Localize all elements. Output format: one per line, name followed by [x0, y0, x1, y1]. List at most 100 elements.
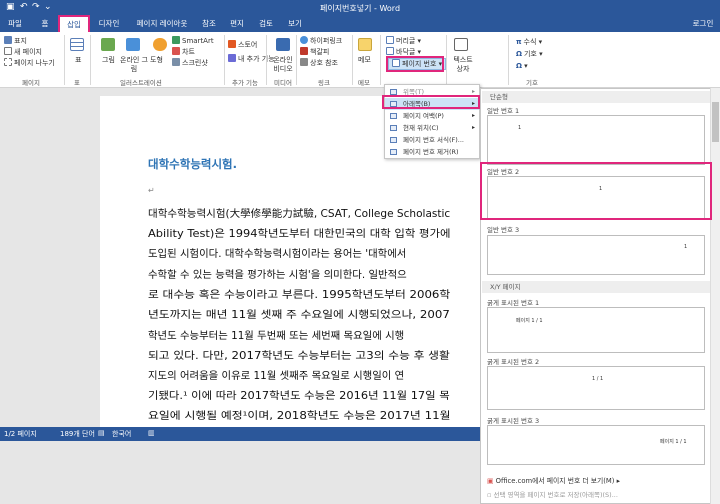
chart-icon — [172, 47, 180, 55]
ribbon-tab-bar: 파일 홈 삽입 디자인 페이지 레이아웃 참조 편지 검토 보기 로그인 — [0, 16, 720, 32]
status-bar: 1/2 페이지 189개 단어 ▤ 한국어 ▥ — [0, 427, 480, 441]
smartart-button[interactable]: SmartArt — [172, 36, 214, 46]
tab-home[interactable]: 홈 — [34, 16, 56, 32]
header-button[interactable]: 머리글 ▾ — [386, 36, 421, 46]
bookmark-button[interactable]: 책갈피 — [300, 47, 329, 57]
cross-reference-icon — [300, 58, 308, 66]
redo-icon[interactable]: ↷ — [32, 2, 40, 13]
store-icon — [228, 40, 236, 48]
tab-design[interactable]: 디자인 — [92, 16, 126, 32]
footer-icon — [386, 47, 394, 55]
group-label-symbols: 기호 — [526, 79, 538, 87]
screenshot-icon — [172, 58, 180, 66]
table-button[interactable]: 표 — [75, 56, 81, 65]
symbol-list-icon: Ω — [516, 62, 522, 70]
omnibus-symbol-button[interactable]: Ω ▾ — [516, 62, 528, 71]
current-position-icon — [390, 125, 397, 131]
group-label-addins: 추가 기능 — [232, 79, 258, 87]
separator — [446, 35, 447, 85]
blank-page-button[interactable]: 새 페이지 — [4, 47, 42, 57]
office-icon: ▣ — [487, 477, 496, 485]
gallery-item-label: 굵게 표시된 번호 1 — [487, 299, 540, 307]
page-break-button[interactable]: 페이지 나누기 — [4, 58, 55, 68]
picture-button[interactable]: 그림 — [102, 56, 115, 65]
document-line: 도입된 시험이다. 대학수학능력시험이라는 용어는 '대학에서 — [148, 248, 407, 260]
menu-item-current-position[interactable]: 현재 위치(C) ▸ — [385, 122, 479, 134]
equation-button[interactable]: π 수식 ▾ — [516, 38, 542, 47]
tab-page-layout[interactable]: 페이지 레이아웃 — [130, 16, 194, 32]
group-label-pages: 페이지 — [22, 79, 40, 87]
symbol-button[interactable]: Ω 기호 ▾ — [516, 50, 543, 59]
gallery-item-label: 굵게 표시된 번호 2 — [487, 358, 540, 366]
group-label-tables: 표 — [74, 79, 80, 87]
gallery-item-label: 일반 번호 3 — [487, 226, 520, 234]
document-line: 기됐다.¹ 이에 따라 2017학년도 수능은 2016년 11월 17일 목 — [148, 390, 450, 402]
my-addins-button[interactable]: 내 추가 기능 — [228, 54, 275, 64]
gallery-item-bold-2[interactable]: 1 / 1 — [487, 366, 705, 410]
store-button[interactable]: 스토어 — [228, 40, 257, 50]
hyperlink-button[interactable]: 하이퍼링크 — [300, 36, 342, 46]
scrollbar-thumb[interactable] — [712, 102, 719, 142]
document-line: 되고 있다. 다만, 2017학년도 수능부터는 고3의 수능 후 생활 — [148, 350, 450, 362]
tab-review[interactable]: 검토 — [254, 16, 278, 32]
document-line: 수학할 수 있는 능력을 평가하는 시험'을 의미한다. 일반적으 — [148, 269, 407, 281]
gallery-item-label: 일반 번호 1 — [487, 107, 520, 115]
gallery-item-plain-3[interactable]: 1 — [487, 235, 705, 275]
customize-qat-icon[interactable]: ⌄ — [44, 2, 52, 13]
separator — [380, 35, 381, 85]
menu-item-format[interactable]: 페이지 번호 서식(F)... — [385, 134, 479, 146]
cross-reference-button[interactable]: 상호 참조 — [300, 58, 338, 68]
status-words[interactable]: 189개 단어 — [60, 429, 95, 439]
gallery-item-bold-3[interactable]: 페이지 1 / 1 — [487, 425, 705, 465]
tab-mailings[interactable]: 편지 — [226, 16, 248, 32]
cover-page-icon — [4, 36, 12, 44]
status-language[interactable]: 한국어 — [112, 429, 131, 439]
more-page-numbers-link[interactable]: ▣ Office.com에서 페이지 번호 더 보기(M) ▸ — [487, 475, 620, 485]
gallery-scrollbar[interactable] — [710, 88, 720, 504]
group-label-media: 미디어 — [274, 79, 292, 87]
highlight-page-number-button — [386, 56, 444, 72]
textbox-button[interactable]: 텍스트 상자 — [450, 56, 476, 74]
document-heading: 대학수학능력시험. — [148, 157, 238, 171]
menu-item-remove[interactable]: 페이지 번호 제거(R) — [385, 146, 479, 158]
gallery-item-bold-1[interactable]: 페이지 1 / 1 — [487, 307, 705, 353]
shapes-icon — [153, 38, 167, 51]
proofing-icon[interactable]: ▤ — [98, 429, 105, 437]
document-line: 요일에 시행될 예정¹이며, 2018학년도 수능은 2017년 11월 — [148, 410, 451, 422]
document-line: Ability Test)은 1994학년도부터 대한민국의 대학 입학 평가에 — [148, 228, 451, 240]
my-addins-icon — [228, 54, 236, 62]
header-icon — [386, 36, 394, 44]
login-link[interactable]: 로그인 — [688, 16, 718, 32]
highlight-plain-number-2 — [480, 162, 712, 220]
shapes-button[interactable]: 도형 — [150, 56, 163, 65]
separator — [266, 35, 267, 85]
tab-references[interactable]: 참조 — [198, 16, 220, 32]
gallery-item-plain-1[interactable]: 1 — [487, 115, 705, 165]
page-break-icon — [4, 58, 12, 66]
blank-page-icon — [4, 47, 12, 55]
gallery-section-xy: X/Y 페이지 — [482, 281, 710, 293]
tab-file[interactable]: 파일 — [0, 16, 30, 32]
remove-page-number-icon — [390, 149, 397, 155]
save-icon[interactable]: ▣ — [6, 2, 15, 13]
highlight-bottom-menu-item — [382, 95, 480, 109]
comment-button[interactable]: 메모 — [358, 56, 371, 65]
picture-icon — [101, 38, 115, 51]
comment-icon — [358, 38, 372, 51]
status-page[interactable]: 1/2 페이지 — [4, 429, 37, 439]
document-line: 로 대수능 혹은 수능이라고 부른다. 1995학년도부터 2006학 — [148, 289, 451, 301]
separator — [64, 35, 65, 85]
screenshot-button[interactable]: 스크린샷 — [172, 58, 208, 68]
tab-view[interactable]: 보기 — [284, 16, 306, 32]
hyperlink-icon — [300, 36, 308, 44]
chart-button[interactable]: 차트 — [172, 47, 195, 57]
online-video-button[interactable]: 온라인 비디오 — [270, 56, 296, 74]
paragraph-mark: ↵ — [148, 186, 155, 195]
undo-icon[interactable]: ↶ — [20, 2, 28, 13]
online-picture-button[interactable]: 온라인 그림 — [120, 56, 148, 74]
page-number-preview: 페이지 1 / 1 — [660, 439, 687, 445]
cover-page-button[interactable]: 표지 — [4, 36, 27, 46]
title-bar: ▣ ↶ ↷ ⌄ 페이지번호넣기 - Word — [0, 0, 720, 16]
macro-icon[interactable]: ▥ — [148, 429, 155, 437]
menu-item-margins[interactable]: 페이지 여백(P) ▸ — [385, 110, 479, 122]
